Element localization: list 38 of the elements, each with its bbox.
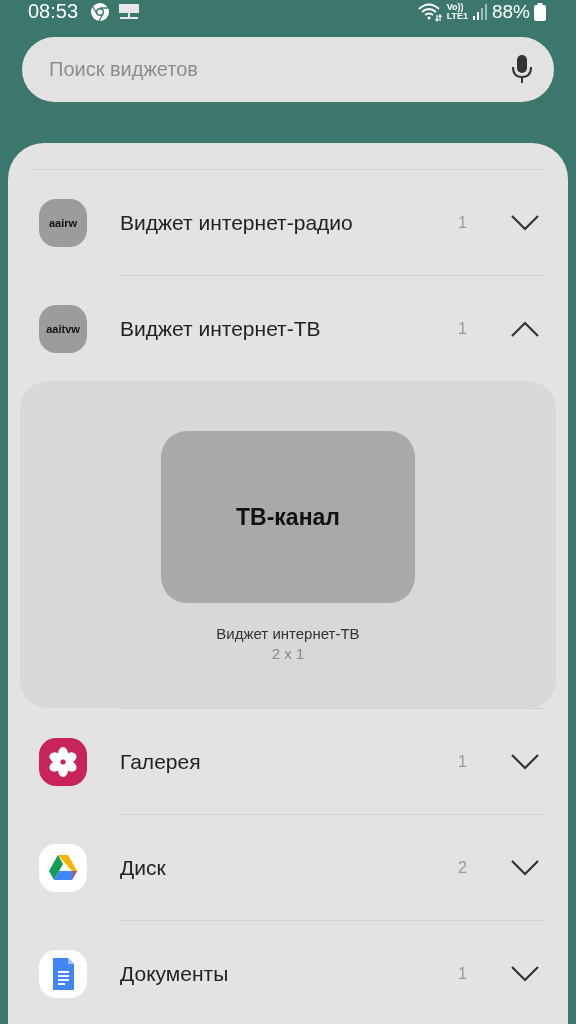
clock-time: 08:53 (28, 0, 79, 23)
flower-icon (39, 737, 87, 786)
microphone-icon[interactable] (512, 54, 532, 84)
app-row[interactable]: Документы 1 (8, 921, 568, 1024)
expand-icon[interactable] (510, 752, 540, 771)
widget-size: 2 x 1 (271, 645, 305, 662)
app-row[interactable]: Галерея 1 (8, 709, 568, 814)
battery-level: 88% (491, 0, 530, 23)
app-name: Галерея (120, 749, 202, 774)
widget-name: Виджет интернет-ТВ (216, 625, 360, 642)
widget-count: 2 (458, 858, 468, 877)
expand-icon[interactable] (510, 964, 540, 983)
battery-icon (534, 2, 546, 21)
widget-preview[interactable]: ТВ-канал (161, 431, 415, 603)
widget-count: 1 (458, 319, 468, 338)
wifi-icon (416, 1, 443, 22)
app-icon: aaitvw (39, 304, 87, 353)
widget-count: 1 (458, 213, 468, 232)
widget-count: 1 (458, 964, 468, 983)
signal-icon (471, 2, 488, 21)
search-field[interactable]: Поиск виджетов (22, 37, 554, 102)
app-name: Виджет интернет-ТВ (120, 316, 322, 341)
app-name: Диск (120, 855, 167, 880)
document-icon (39, 949, 87, 998)
monitor-icon (118, 2, 141, 21)
app-name: Документы (120, 961, 230, 986)
app-icon: aairw (39, 198, 87, 247)
app-name: Виджет интернет-радио (120, 210, 354, 235)
app-row[interactable]: aaitvw Виджет интернет-ТВ 1 (8, 276, 568, 381)
expand-icon[interactable] (510, 858, 540, 877)
widget-count: 1 (458, 752, 468, 771)
browser-icon (90, 1, 111, 22)
expand-icon[interactable] (510, 213, 540, 232)
app-row[interactable]: aairw Виджет интернет-радио 1 (8, 170, 568, 275)
app-row[interactable]: Диск 2 (8, 815, 568, 920)
volte-label: Vo)) (446, 2, 464, 12)
network-label: LTE1 (446, 11, 468, 21)
collapse-icon[interactable] (510, 319, 540, 338)
